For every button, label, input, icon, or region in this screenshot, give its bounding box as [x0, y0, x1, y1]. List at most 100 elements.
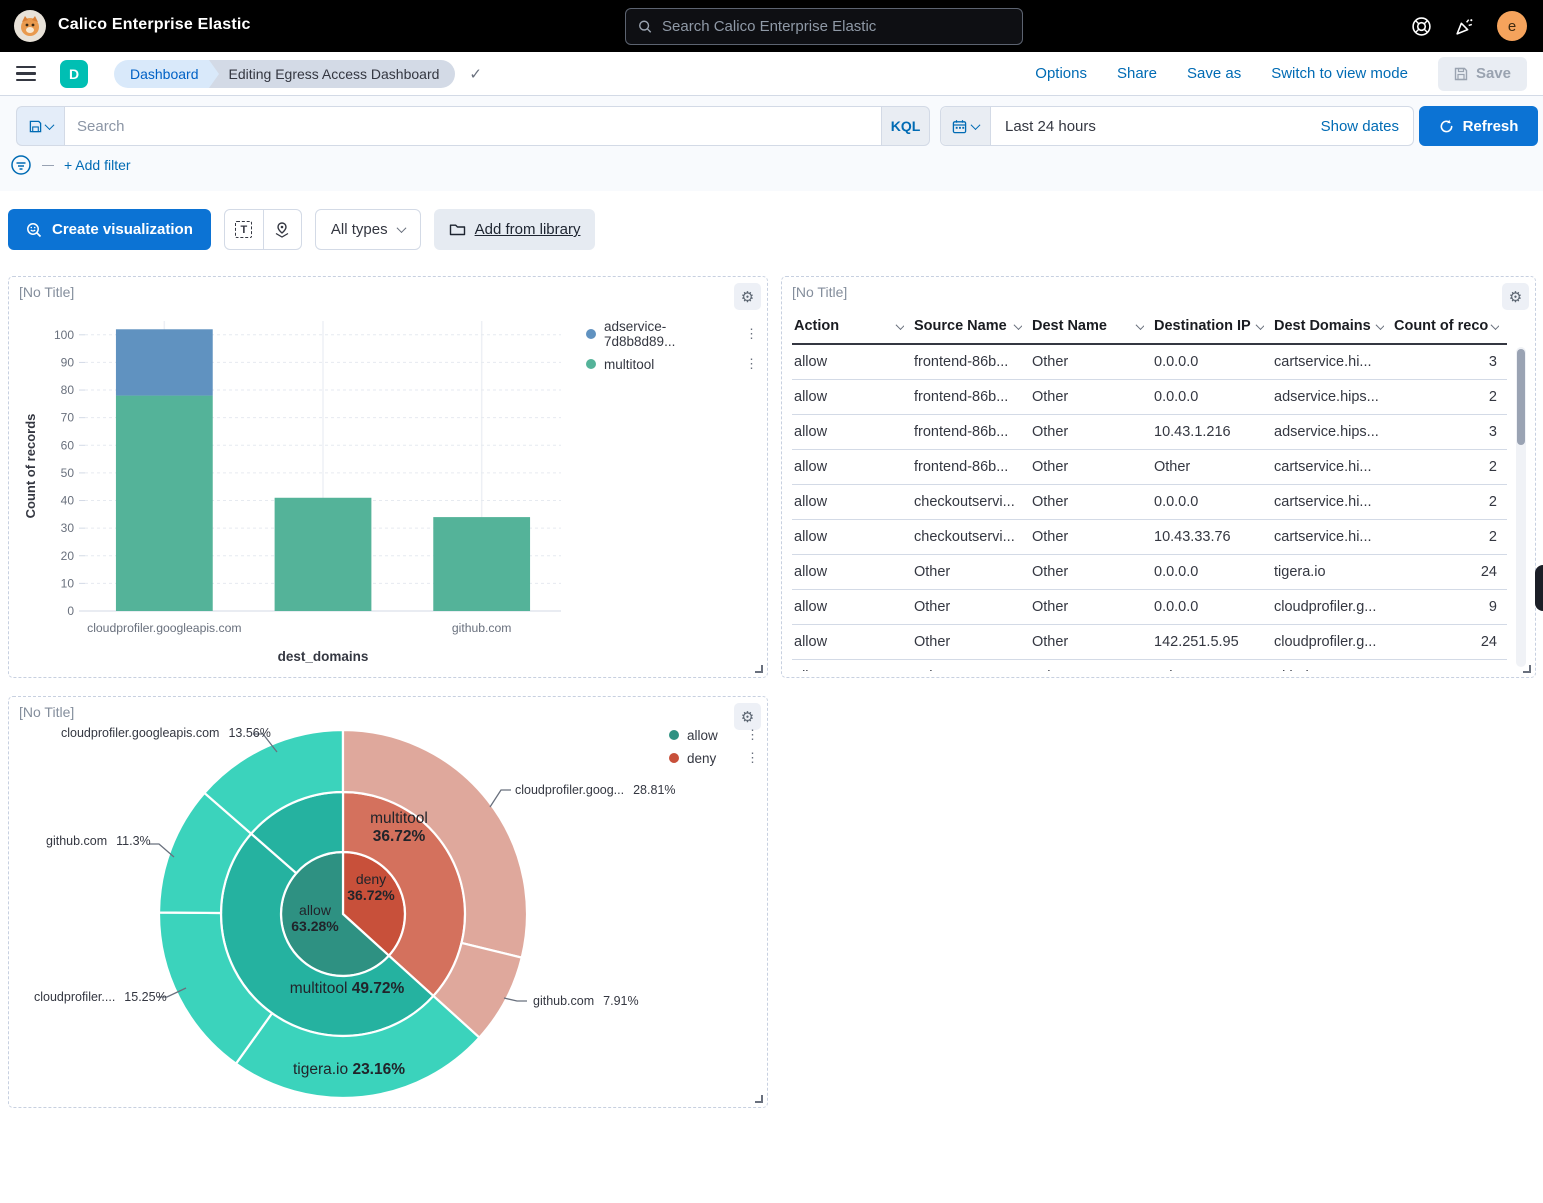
header-actions: e	[1411, 0, 1527, 52]
query-bar-section: KQL Last 24 hours Show dates Refre	[0, 96, 1543, 191]
table-cell: cartservice.hi...	[1272, 344, 1392, 380]
column-header[interactable]: Dest Name	[1030, 309, 1152, 344]
add-filter-link[interactable]: + Add filter	[64, 157, 131, 173]
legend-item[interactable]: adservice-7d8b8d89... ⋮	[586, 319, 758, 349]
column-header[interactable]: Dest Domains	[1272, 309, 1392, 344]
add-from-library-button[interactable]: Add from library	[434, 209, 596, 250]
table-row[interactable]: allowfrontend-86b...OtherOthercartservic…	[792, 450, 1507, 485]
add-map-button[interactable]	[263, 210, 301, 249]
table-row[interactable]: allowcheckoutservi...Other10.43.33.76car…	[792, 520, 1507, 555]
chevron-down-icon	[396, 223, 406, 233]
panel-settings-gear-icon[interactable]: ⚙	[734, 283, 761, 310]
table-cell: frontend-86b...	[912, 380, 1030, 415]
time-range-value[interactable]: Last 24 hours	[991, 118, 1321, 135]
table-cell: allow	[792, 485, 912, 520]
table-row[interactable]: allowOtherOther0.0.0.0tigera.io24	[792, 555, 1507, 590]
date-picker: Last 24 hours Show dates	[940, 106, 1414, 146]
slice-label: multitool 36.72%	[370, 810, 428, 846]
callout-line	[504, 998, 527, 1001]
top-header-bar: Calico Enterprise Elastic	[0, 0, 1543, 52]
dashboard-toolbar: Create visualization T All types Add fro…	[8, 209, 595, 250]
table-cell: checkoutservi...	[912, 485, 1030, 520]
query-input[interactable]	[77, 118, 869, 135]
table-cell: 2	[1392, 450, 1507, 485]
calico-logo[interactable]	[14, 10, 46, 42]
bar-segment[interactable]	[275, 498, 372, 611]
column-header[interactable]: Destination IP	[1152, 309, 1272, 344]
saved-query-icon	[29, 120, 42, 133]
legend-item[interactable]: deny ⋮	[669, 750, 759, 766]
calendar-menu-button[interactable]	[941, 107, 991, 145]
flyout-handle[interactable]	[1535, 565, 1543, 611]
breadcrumb-dashboard[interactable]: Dashboard	[114, 60, 209, 88]
table-scrollbar[interactable]	[1516, 347, 1526, 667]
filter-icon[interactable]	[10, 154, 32, 176]
slice-label: deny 36.72%	[347, 871, 394, 903]
legend-actions-icon[interactable]: ⋮	[746, 727, 759, 743]
y-tick-label: 80	[61, 383, 75, 397]
panel-resize-handle[interactable]	[1523, 665, 1531, 673]
global-search-input[interactable]	[662, 18, 1010, 35]
space-badge[interactable]: D	[60, 60, 88, 88]
slice-label: tigera.io 23.16%	[293, 1061, 405, 1079]
saved-query-menu-button[interactable]	[16, 106, 64, 146]
kql-language-button[interactable]: KQL	[882, 106, 930, 146]
bar-segment[interactable]	[116, 396, 213, 611]
column-header[interactable]: Action	[792, 309, 912, 344]
add-text-button[interactable]: T	[225, 210, 263, 249]
legend-actions-icon[interactable]: ⋮	[745, 326, 758, 342]
table-cell: Other	[912, 625, 1030, 660]
all-types-dropdown[interactable]: All types	[315, 209, 421, 250]
table-row[interactable]: allowfrontend-86b...Other0.0.0.0adservic…	[792, 380, 1507, 415]
table-cell: cloudprofiler.g...	[1272, 590, 1392, 625]
options-link[interactable]: Options	[1035, 65, 1087, 82]
panel-settings-gear-icon[interactable]: ⚙	[1502, 283, 1529, 310]
legend-actions-icon[interactable]: ⋮	[745, 356, 758, 372]
table-row[interactable]: allowfrontend-86b...Other10.43.1.216adse…	[792, 415, 1507, 450]
show-dates-link[interactable]: Show dates	[1321, 118, 1413, 135]
callout-label: github.com11.3%	[46, 834, 141, 848]
table-row[interactable]: allowOtherOtherOthergithub.com20	[792, 660, 1507, 672]
bar-segment[interactable]	[116, 329, 213, 395]
refresh-icon	[1439, 119, 1454, 134]
user-avatar[interactable]: e	[1497, 11, 1527, 41]
menu-icon[interactable]	[16, 66, 36, 81]
table-cell: 3	[1392, 415, 1507, 450]
refresh-button[interactable]: Refresh	[1419, 106, 1538, 146]
save-button[interactable]: Save	[1438, 57, 1527, 91]
save-as-link[interactable]: Save as	[1187, 65, 1241, 82]
nav-actions: Options Share Save as Switch to view mod…	[1035, 57, 1527, 91]
column-header[interactable]: Source Name	[912, 309, 1030, 344]
check-icon[interactable]: ✓	[469, 65, 482, 83]
legend-item[interactable]: multitool ⋮	[586, 356, 758, 372]
table-cell: 0.0.0.0	[1152, 380, 1272, 415]
switch-view-mode-link[interactable]: Switch to view mode	[1271, 65, 1408, 82]
slice-label: multitool 49.72%	[290, 980, 405, 998]
panel-resize-handle[interactable]	[755, 665, 763, 673]
table-row[interactable]: allowOtherOther0.0.0.0cloudprofiler.g...…	[792, 590, 1507, 625]
legend-item[interactable]: allow ⋮	[669, 727, 759, 743]
bar-chart: 0102030405060708090100cloudprofiler.goog…	[21, 309, 586, 667]
table-cell: Other	[1152, 450, 1272, 485]
bar-segment[interactable]	[433, 517, 530, 611]
column-header[interactable]: Count of reco	[1392, 309, 1507, 344]
help-icon[interactable]	[1411, 16, 1432, 37]
table-cell: Other	[1030, 520, 1152, 555]
table-cell: Other	[1030, 415, 1152, 450]
table-row[interactable]: allowOtherOther142.251.5.95cloudprofiler…	[792, 625, 1507, 660]
kibana-dashboard-app: Calico Enterprise Elastic	[0, 0, 1543, 1203]
legend-dot	[586, 359, 596, 369]
table-cell: Other	[1030, 590, 1152, 625]
table-cell: github.com	[1272, 660, 1392, 672]
global-search[interactable]	[625, 8, 1023, 45]
announcements-icon[interactable]	[1454, 16, 1475, 37]
save-icon	[1454, 67, 1468, 81]
scrollbar-thumb[interactable]	[1517, 349, 1525, 445]
legend-actions-icon[interactable]: ⋮	[746, 750, 759, 766]
create-visualization-button[interactable]: Create visualization	[8, 209, 211, 250]
breadcrumb-current: Editing Egress Access Dashboard	[209, 60, 456, 88]
table-row[interactable]: allowfrontend-86b...Other0.0.0.0cartserv…	[792, 344, 1507, 380]
panel-resize-handle[interactable]	[755, 1095, 763, 1103]
table-row[interactable]: allowcheckoutservi...Other0.0.0.0cartser…	[792, 485, 1507, 520]
share-link[interactable]: Share	[1117, 65, 1157, 82]
